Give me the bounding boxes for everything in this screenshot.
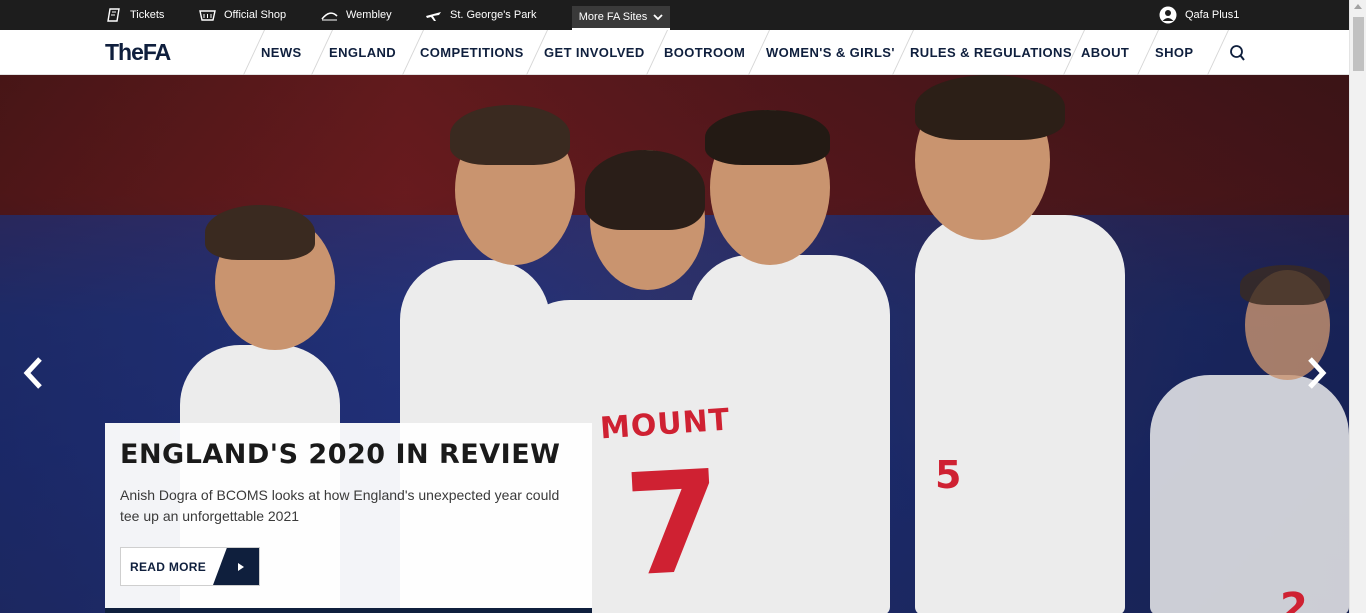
st-georges-park-label: St. George's Park: [450, 9, 537, 21]
search-button[interactable]: [1228, 43, 1248, 63]
fa-logo[interactable]: TheFA: [105, 39, 171, 66]
read-more-label: READ MORE: [130, 560, 207, 574]
wembley-link[interactable]: Wembley: [321, 0, 392, 30]
account-menu[interactable]: Qafa Plus1: [1159, 0, 1239, 30]
story-summary: Anish Dogra of BCOMS looks at how Englan…: [120, 487, 560, 524]
account-label: Qafa Plus1: [1185, 9, 1240, 21]
chevron-down-icon: [653, 13, 663, 20]
nav-item-get-involved[interactable]: GET INVOLVED: [544, 30, 645, 75]
nav-item-womens-girls[interactable]: WOMEN'S & GIRLS': [766, 30, 895, 75]
nav-item-bootroom[interactable]: BOOTROOM: [664, 30, 745, 75]
more-fa-sites-dropdown[interactable]: More FA Sites: [572, 6, 670, 30]
scroll-up-icon[interactable]: [1354, 4, 1362, 9]
nav-item-england[interactable]: ENGLAND: [329, 30, 396, 75]
official-shop-link[interactable]: Official Shop: [199, 0, 286, 30]
page-scrollbar[interactable]: [1349, 0, 1366, 613]
st-georges-park-link[interactable]: St. George's Park: [425, 0, 536, 30]
story-card-accent: [105, 608, 592, 613]
story-title[interactable]: ENGLAND'S 2020 IN REVIEW: [120, 439, 560, 470]
scrollbar-thumb[interactable]: [1353, 17, 1364, 71]
more-fa-sites-label: More FA Sites: [578, 11, 648, 23]
chevron-right-icon: [1308, 357, 1327, 389]
caret-right-icon: [238, 563, 244, 571]
nav-item-about[interactable]: ABOUT: [1081, 30, 1129, 75]
carousel-next-button[interactable]: [1302, 353, 1332, 393]
read-more-arrow: [213, 548, 259, 585]
utility-bar: Tickets Official Shop Wembley St. George…: [0, 0, 1349, 30]
wembley-arch-icon: [321, 12, 338, 21]
shopping-basket-icon: [199, 10, 216, 21]
user-avatar-icon: [1159, 6, 1177, 24]
plane-icon: [426, 12, 441, 21]
chevron-left-icon: [23, 357, 42, 389]
wembley-label: Wembley: [346, 9, 392, 21]
story-card: ENGLAND'S 2020 IN REVIEW Anish Dogra of …: [105, 423, 592, 608]
shirt-number-text: 2: [1280, 585, 1308, 613]
nav-item-competitions[interactable]: COMPETITIONS: [420, 30, 524, 75]
nav-item-rules-regulations[interactable]: RULES & REGULATIONS: [910, 30, 1072, 75]
tickets-link[interactable]: Tickets: [106, 0, 164, 30]
shirt-number-text: 7: [620, 440, 727, 609]
tickets-label: Tickets: [130, 9, 165, 21]
read-more-button[interactable]: READ MORE: [120, 547, 260, 586]
nav-item-news[interactable]: NEWS: [261, 30, 302, 75]
main-navigation: TheFA NEWS ENGLAND COMPETITIONS GET INVO…: [0, 30, 1349, 75]
carousel-prev-button[interactable]: [18, 353, 48, 393]
ticket-icon: [107, 8, 120, 22]
nav-divider: [1207, 30, 1229, 75]
official-shop-label: Official Shop: [224, 9, 287, 21]
search-icon: [1230, 45, 1245, 61]
nav-item-shop[interactable]: SHOP: [1155, 30, 1193, 75]
shirt-number-text: 5: [935, 453, 962, 497]
